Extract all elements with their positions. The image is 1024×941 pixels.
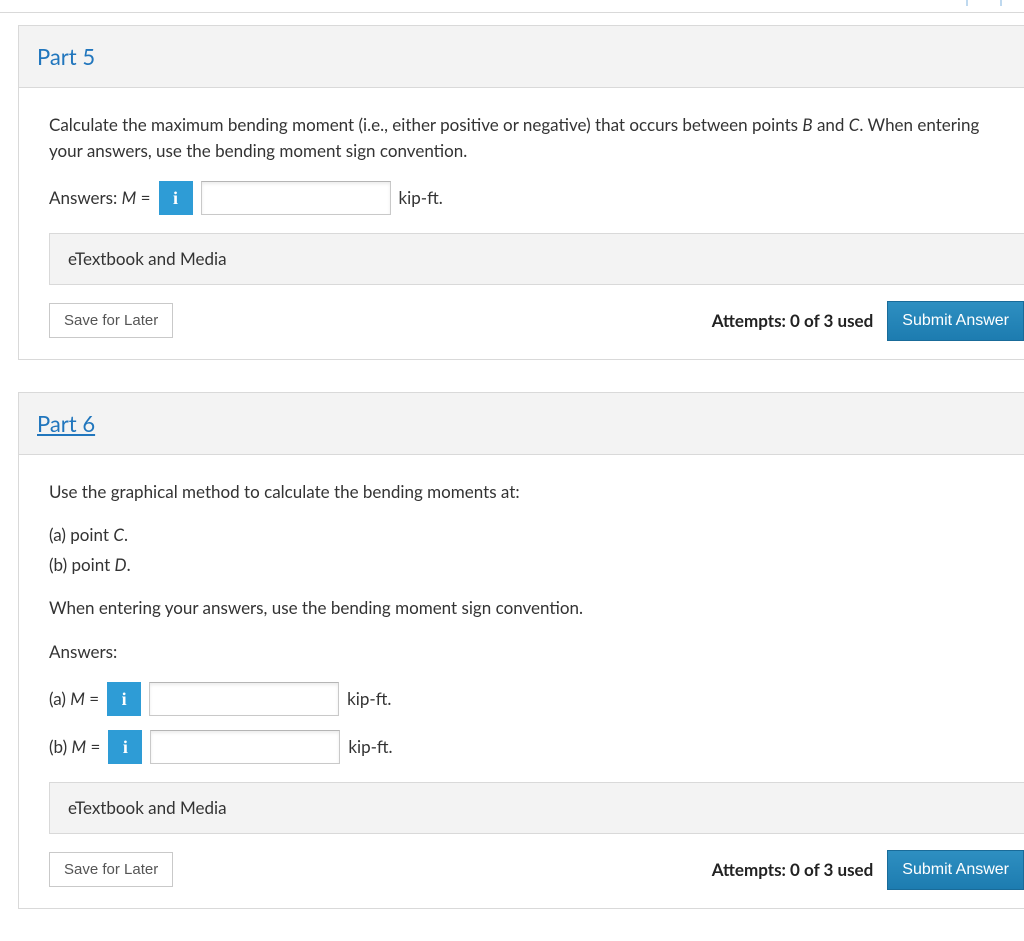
p6-row-b-label: (b) M = [49, 734, 100, 760]
point-b-italic: B [802, 114, 812, 135]
info-icon[interactable]: i [107, 682, 141, 716]
part-5-title: Part 5 [37, 40, 1006, 73]
part-5-instr-b: and [813, 114, 849, 135]
part-6-moment-b-input[interactable] [150, 730, 340, 764]
part-5-moment-input[interactable] [201, 181, 391, 215]
part-6-answers-label: Answers: [49, 639, 994, 665]
part-6-answer-row-a: (a) M = i kip-ft. [49, 682, 994, 716]
part-6-container: Part 6 Use the graphical method to calcu… [18, 392, 1024, 909]
p6-b-pt: D [115, 554, 127, 575]
part-6-option-b: (b) point D. [49, 552, 994, 578]
p6-a-post: . [124, 524, 128, 545]
part-5-footer-right: Attempts: 0 of 3 used Submit Answer [712, 301, 1024, 341]
part-5-instruction: Calculate the maximum bending moment (i.… [49, 112, 994, 163]
part-5-answer-post: = [136, 187, 150, 208]
page-top-divider [0, 0, 1024, 13]
point-c-italic: C [849, 114, 860, 135]
info-icon[interactable]: i [108, 730, 142, 764]
part-5-unit: kip-ft. [399, 185, 443, 211]
p6-row-a-var: M [70, 688, 85, 709]
p6-row-b-pre: (b) [49, 736, 71, 757]
part-6-body: Use the graphical method to calculate th… [19, 455, 1024, 908]
part-6-footer: Save for Later Attempts: 0 of 3 used Sub… [49, 834, 1024, 908]
p6-b-pre: (b) point [49, 554, 115, 575]
submit-answer-button[interactable]: Submit Answer [887, 301, 1024, 341]
part-6-header[interactable]: Part 6 [19, 393, 1024, 455]
part-5-answer-row: Answers: M = i kip-ft. [49, 181, 994, 215]
p6-row-b-var: M [71, 736, 86, 757]
p6-row-a-eq: = [85, 688, 99, 709]
part-6-answer-row-b: (b) M = i kip-ft. [49, 730, 994, 764]
etextbook-media-button[interactable]: eTextbook and Media [49, 233, 1024, 285]
p6-row-a-label: (a) M = [49, 686, 99, 712]
part-5-header[interactable]: Part 5 [19, 26, 1024, 88]
save-for-later-button[interactable]: Save for Later [49, 852, 173, 887]
part-5-attempts: Attempts: 0 of 3 used [712, 308, 874, 334]
part-6-title: Part 6 [37, 407, 1006, 440]
p6-a-pre: (a) point [49, 524, 113, 545]
submit-answer-button[interactable]: Submit Answer [887, 850, 1024, 890]
p6-row-a-pre: (a) [49, 688, 70, 709]
part-5-body: Calculate the maximum bending moment (i.… [19, 88, 1024, 359]
part-5-container: Part 5 Calculate the maximum bending mom… [18, 25, 1024, 360]
part-5-answer-pre: Answers: [49, 187, 122, 208]
part-5-footer: Save for Later Attempts: 0 of 3 used Sub… [49, 285, 1024, 359]
p6-row-b-unit: kip-ft. [348, 734, 392, 760]
part-6-option-a: (a) point C. [49, 522, 994, 548]
p6-row-a-unit: kip-ft. [347, 686, 391, 712]
part-6-moment-a-input[interactable] [149, 682, 339, 716]
part-6-attempts: Attempts: 0 of 3 used [712, 857, 874, 883]
p6-a-pt: C [113, 524, 124, 545]
etextbook-media-button[interactable]: eTextbook and Media [49, 782, 1024, 834]
part-6-footer-right: Attempts: 0 of 3 used Submit Answer [712, 850, 1024, 890]
p6-b-post: . [127, 554, 131, 575]
p6-row-b-eq: = [86, 736, 100, 757]
part-5-answer-label: Answers: M = [49, 185, 151, 211]
part-6-line1: Use the graphical method to calculate th… [49, 479, 994, 505]
info-icon[interactable]: i [159, 181, 193, 215]
part-5-instr-a: Calculate the maximum bending moment (i.… [49, 114, 802, 135]
save-for-later-button[interactable]: Save for Later [49, 303, 173, 338]
part-5-answer-var: M [122, 187, 137, 208]
part-6-line2: When entering your answers, use the bend… [49, 595, 994, 621]
